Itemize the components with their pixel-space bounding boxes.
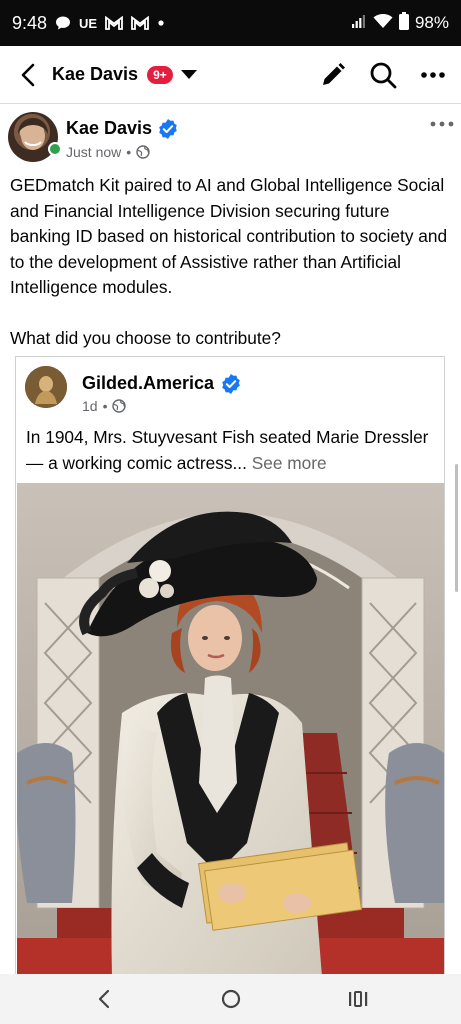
gmail-icon (105, 16, 124, 30)
nav-recents-icon (348, 991, 367, 1007)
verified-badge-icon (159, 118, 177, 139)
see-more-link[interactable]: See more (252, 453, 327, 473)
shared-post-time[interactable]: 1d (82, 398, 98, 414)
nav-home-icon (221, 989, 240, 1009)
online-status-dot (48, 142, 62, 156)
battery-icon (398, 11, 409, 35)
edit-icon (323, 62, 345, 85)
shared-post-text: In 1904, Mrs. Stuyvesant Fish seated Mar… (26, 425, 440, 476)
wifi-icon (373, 13, 393, 34)
chevron-down-icon[interactable] (180, 70, 197, 79)
search-icon (370, 62, 397, 88)
shared-post-card[interactable]: Gilded.America 1d • In 1904, Mrs. Stuyve… (15, 356, 445, 976)
system-nav-bar (0, 974, 461, 1024)
header-title[interactable]: Kae Davis (52, 64, 138, 85)
globe-icon (136, 145, 150, 159)
globe-icon (112, 399, 127, 413)
nav-back-icon (98, 989, 109, 1009)
post-body: GEDmatch Kit paired to AI and Global Int… (10, 173, 454, 351)
scrollbar[interactable] (455, 464, 458, 592)
carrier-label: UE (79, 15, 98, 31)
nav-back-button[interactable] (84, 979, 124, 1019)
separator-dot: • (126, 144, 132, 160)
post-time[interactable]: Just now (66, 144, 121, 160)
nav-home-button[interactable] (211, 979, 251, 1019)
battery-level: 98% (414, 13, 449, 32)
chat-bubble-icon (55, 15, 71, 31)
post-text-paragraph: GEDmatch Kit paired to AI and Global Int… (10, 175, 448, 297)
shared-avatar[interactable] (25, 366, 67, 408)
post-author-name[interactable]: Kae Davis (66, 118, 152, 139)
search-button[interactable] (369, 61, 397, 89)
post-more-icon[interactable] (429, 116, 455, 132)
verified-badge-icon (222, 373, 240, 394)
dot-icon (157, 19, 165, 27)
post-photo[interactable] (17, 483, 444, 976)
post-text-question: What did you choose to contribute? (10, 327, 281, 348)
status-bar: 9:48 UE 98% (0, 0, 461, 46)
shared-text-body: In 1904, Mrs. Stuyvesant Fish seated Mar… (26, 427, 429, 473)
edit-button[interactable] (319, 61, 347, 89)
nav-recents-button[interactable] (338, 979, 378, 1019)
signal-icon (351, 13, 367, 34)
shared-text-ellipsis: ... (232, 452, 247, 473)
gmail-icon (131, 16, 150, 30)
shared-author-name[interactable]: Gilded.America (82, 373, 214, 394)
app-header: Kae Davis 9+ (0, 46, 461, 104)
back-arrow-icon (21, 63, 35, 86)
more-icon (421, 71, 445, 78)
back-button[interactable] (14, 61, 42, 89)
separator-dot: • (102, 398, 108, 414)
notification-badge: 9+ (147, 65, 173, 84)
post-header: Kae Davis Just now • (8, 112, 455, 164)
more-options-button[interactable] (419, 61, 447, 89)
status-time: 9:48 (12, 12, 48, 33)
